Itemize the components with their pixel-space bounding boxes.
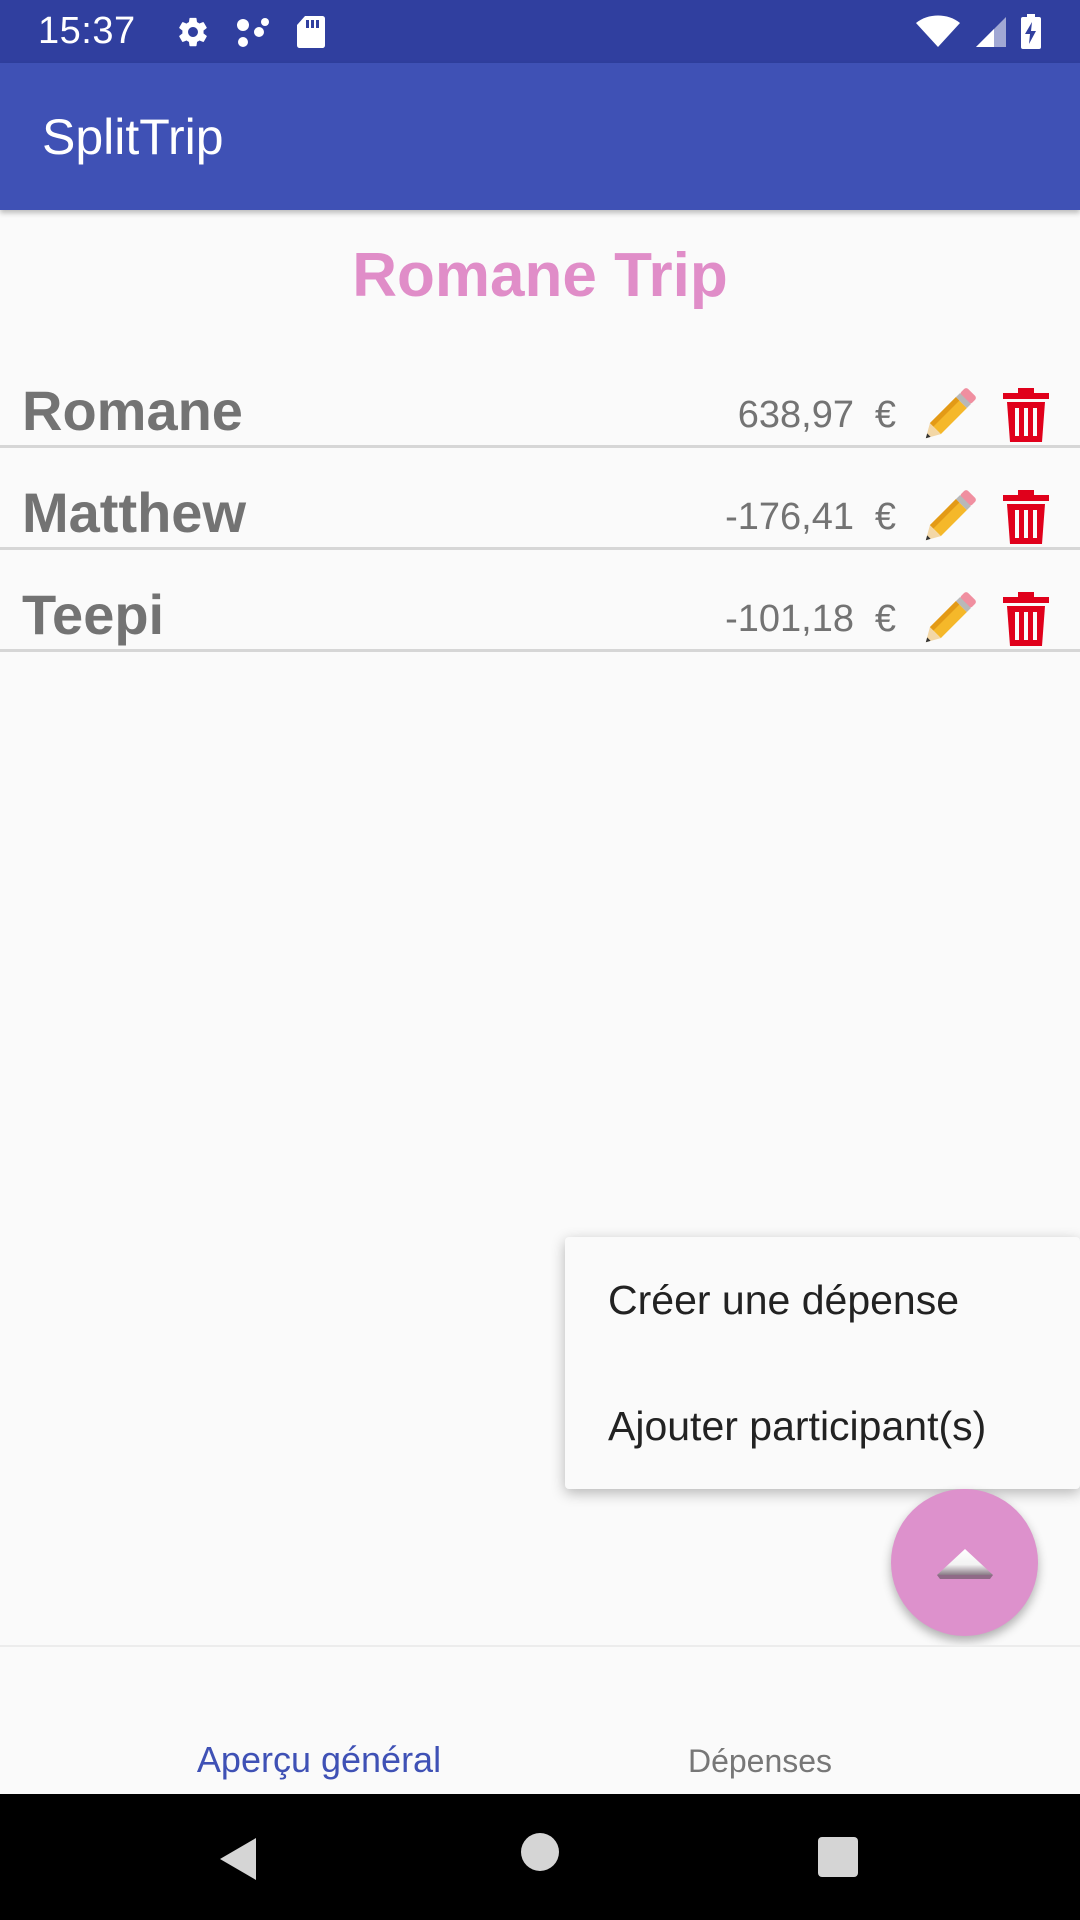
fab-button[interactable]: [891, 1489, 1038, 1636]
back-icon[interactable]: [218, 1836, 258, 1882]
app-bar: SplitTrip: [0, 63, 1080, 210]
status-icons-right: [916, 13, 1042, 50]
pencil-icon[interactable]: [918, 592, 976, 650]
pencil-icon[interactable]: [918, 490, 976, 548]
gear-icon: [178, 17, 207, 46]
currency-symbol: €: [874, 394, 896, 436]
app-title: SplitTrip: [42, 108, 224, 165]
dots-icon: [236, 17, 269, 47]
battery-icon: [1021, 13, 1041, 49]
participant-balance: -101,18: [725, 598, 854, 640]
currency-symbol: €: [874, 598, 896, 640]
status-bar: 15:37: [0, 0, 1080, 63]
participant-name: Romane: [22, 379, 243, 442]
wifi-icon: [916, 15, 960, 47]
menu-item-add-participants[interactable]: Ajouter participant(s): [565, 1363, 1080, 1489]
sd-card-icon: [296, 15, 325, 48]
signal-icon: [976, 16, 1006, 47]
participant-name: Matthew: [22, 481, 246, 544]
currency-symbol: €: [874, 496, 896, 538]
bottom-tab-bar: Aperçu général Dépenses: [0, 1645, 1080, 1794]
tab-expenses[interactable]: Dépenses: [688, 1743, 832, 1780]
participant-balance: 638,97: [737, 394, 854, 436]
participant-row[interactable]: Romane 638,97 €: [0, 346, 1080, 448]
trip-title: Romane Trip: [352, 241, 728, 310]
trash-icon[interactable]: [1003, 490, 1049, 544]
participant-balance: -176,41: [725, 496, 854, 538]
participant-list: Romane 638,97 € Matthew -176,41 € Teepi …: [0, 346, 1080, 652]
popup-menu: Créer une dépense Ajouter participant(s): [565, 1237, 1080, 1489]
recents-icon[interactable]: [817, 1836, 859, 1878]
trash-icon[interactable]: [1003, 388, 1049, 442]
chevron-up-icon: [936, 1548, 993, 1579]
home-icon[interactable]: [520, 1832, 560, 1872]
tab-overview[interactable]: Aperçu général: [197, 1739, 441, 1781]
participant-row[interactable]: Matthew -176,41 €: [0, 448, 1080, 550]
participant-name: Teepi: [22, 583, 165, 646]
status-icons-left: [176, 15, 326, 49]
status-time: 15:37: [38, 10, 136, 52]
system-nav-bar: [0, 1794, 1080, 1920]
pencil-icon[interactable]: [918, 388, 976, 446]
trash-icon[interactable]: [1003, 592, 1049, 646]
menu-item-create-expense[interactable]: Créer une dépense: [565, 1237, 1080, 1363]
participant-row[interactable]: Teepi -101,18 €: [0, 550, 1080, 652]
